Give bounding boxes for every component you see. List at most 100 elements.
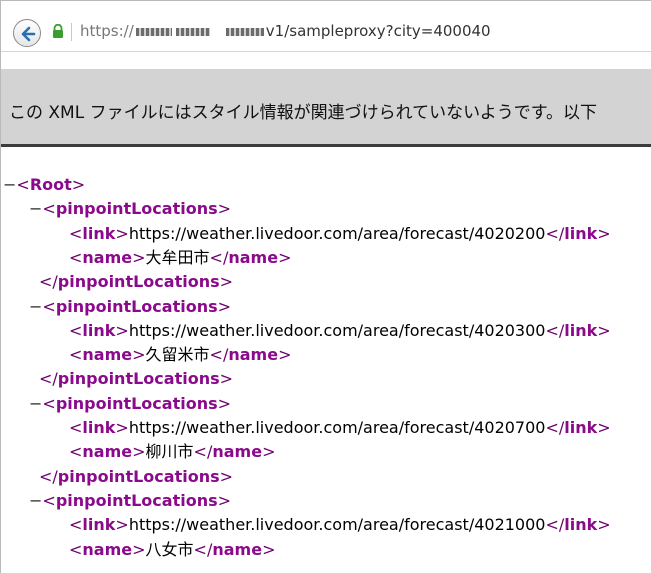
pinpoint-locations-tag-name: pinpointLocations <box>55 199 218 219</box>
address-bar: https:// v1/sampleproxy?city=400040 <box>1 1 651 52</box>
pinpoint-locations-end-close-bracket: > <box>219 369 234 389</box>
pinpoint-locations-end-tag-name: pinpointLocations <box>57 466 220 486</box>
xml-info-bar: この XML ファイルにはスタイル情報が関連づけられていないようです。以下 <box>1 69 651 147</box>
link-end-open-bracket: </ <box>545 418 565 437</box>
name-tag-name: name <box>82 539 133 559</box>
name-value: 柳川市 <box>145 442 194 462</box>
group-open-line: −<pinpointLocations> <box>29 295 231 319</box>
url-tail: v1/sampleproxy?city=400040 <box>265 22 491 40</box>
name-end-tag-name: name <box>212 442 263 462</box>
name-close-bracket: > <box>132 442 146 462</box>
name-value: 大牟田市 <box>145 247 210 267</box>
link-element: <link>https://weather.livedoor.com/area/… <box>69 319 611 343</box>
name-value: 久留米市 <box>145 345 210 365</box>
pinpoint-locations-close-bracket: > <box>217 490 232 510</box>
pinpoint-locations-tag-name: pinpointLocations <box>55 490 218 510</box>
redacted-host-1 <box>135 27 172 36</box>
root-open-line: −<Root> <box>3 173 85 197</box>
name-close-bracket: > <box>132 539 146 559</box>
name-end-close-bracket: > <box>278 247 292 267</box>
name-end-open-bracket: </ <box>209 247 229 267</box>
name-end-close-bracket: > <box>262 539 276 559</box>
link-tag-name: link <box>82 223 116 243</box>
link-close-bracket: > <box>115 418 129 437</box>
pinpoint-locations-end-close-bracket: > <box>219 466 234 486</box>
link-value: https://weather.livedoor.com/area/foreca… <box>128 320 546 340</box>
pinpoint-locations-end-tag-name: pinpointLocations <box>57 272 220 292</box>
info-message: この XML ファイルにはスタイル情報が関連づけられていないようです。以下 <box>9 103 598 123</box>
link-tag-name: link <box>82 418 116 437</box>
collapse-toggle[interactable]: − <box>3 175 16 194</box>
link-end-close-bracket: > <box>597 223 611 243</box>
pinpoint-locations-end-close-bracket: > <box>219 272 234 292</box>
name-end-close-bracket: > <box>262 442 276 462</box>
name-open-bracket: < <box>69 442 83 462</box>
pinpoint-locations-close-bracket: > <box>217 296 232 316</box>
link-end-tag-name: link <box>564 320 598 340</box>
pinpoint-locations-close-bracket: > <box>217 199 232 219</box>
lock-icon <box>53 24 63 38</box>
root-open-bracket: < <box>16 175 30 194</box>
pinpoint-locations-open-bracket: < <box>42 490 56 510</box>
pinpoint-locations-end-open-bracket: </ <box>39 369 58 389</box>
link-close-bracket: > <box>115 223 129 243</box>
collapse-toggle[interactable]: − <box>29 199 42 218</box>
link-end-tag-name: link <box>564 418 598 437</box>
collapse-toggle[interactable]: − <box>29 297 42 316</box>
group-open-line: −<pinpointLocations> <box>29 197 231 221</box>
link-value: https://weather.livedoor.com/area/foreca… <box>128 223 546 243</box>
name-open-bracket: < <box>69 247 83 267</box>
link-tag-name: link <box>82 515 116 535</box>
link-element: <link>https://weather.livedoor.com/area/… <box>69 222 611 246</box>
link-value: https://weather.livedoor.com/area/foreca… <box>128 418 546 437</box>
back-arrow-icon <box>21 26 36 42</box>
link-close-bracket: > <box>115 320 129 340</box>
group-open-line: −<pinpointLocations> <box>29 489 231 513</box>
link-value: https://weather.livedoor.com/area/foreca… <box>128 515 546 535</box>
pinpoint-locations-open-bracket: < <box>42 296 56 316</box>
link-open-bracket: < <box>69 418 83 437</box>
link-end-tag-name: link <box>564 223 598 243</box>
name-tag-name: name <box>82 442 133 462</box>
pinpoint-locations-open-bracket: < <box>42 393 56 413</box>
url-prefix: https:// <box>80 22 134 40</box>
link-end-tag-name: link <box>564 515 598 535</box>
collapse-toggle[interactable]: − <box>29 491 42 510</box>
url-field[interactable]: https:// v1/sampleproxy?city=400040 <box>80 22 491 40</box>
link-open-bracket: < <box>69 223 83 243</box>
pinpoint-locations-close-bracket: > <box>217 393 232 413</box>
link-element: <link>https://weather.livedoor.com/area/… <box>69 513 611 537</box>
name-end-open-bracket: </ <box>193 442 213 462</box>
group-close-line: </pinpointLocations> <box>39 367 233 391</box>
link-end-open-bracket: </ <box>545 223 565 243</box>
pinpoint-locations-open-bracket: < <box>42 199 56 219</box>
name-element: <name>八女市</name> <box>69 538 275 562</box>
name-tag-name: name <box>82 345 133 365</box>
name-open-bracket: < <box>69 539 83 559</box>
link-tag-name: link <box>82 320 116 340</box>
name-element: <name>久留米市</name> <box>69 343 291 367</box>
name-end-close-bracket: > <box>278 345 292 365</box>
link-end-open-bracket: </ <box>545 515 565 535</box>
name-end-open-bracket: </ <box>209 345 229 365</box>
name-close-bracket: > <box>132 247 146 267</box>
redacted-host-2 <box>175 27 210 36</box>
root-tag-name: Root <box>29 175 72 194</box>
group-open-line: −<pinpointLocations> <box>29 392 231 416</box>
link-end-open-bracket: </ <box>545 320 565 340</box>
pinpoint-locations-end-tag-name: pinpointLocations <box>57 369 220 389</box>
link-open-bracket: < <box>69 320 83 340</box>
collapse-toggle[interactable]: − <box>29 394 42 413</box>
name-element: <name>大牟田市</name> <box>69 246 291 270</box>
name-end-tag-name: name <box>228 247 279 267</box>
pinpoint-locations-end-open-bracket: </ <box>39 272 58 292</box>
link-end-close-bracket: > <box>597 418 611 437</box>
name-end-open-bracket: </ <box>193 539 213 559</box>
link-close-bracket: > <box>115 515 129 535</box>
name-end-tag-name: name <box>212 539 263 559</box>
name-end-tag-name: name <box>228 345 279 365</box>
redacted-host-3 <box>225 27 264 36</box>
address-separator <box>71 23 72 41</box>
link-end-close-bracket: > <box>597 515 611 535</box>
back-button[interactable] <box>13 19 41 47</box>
